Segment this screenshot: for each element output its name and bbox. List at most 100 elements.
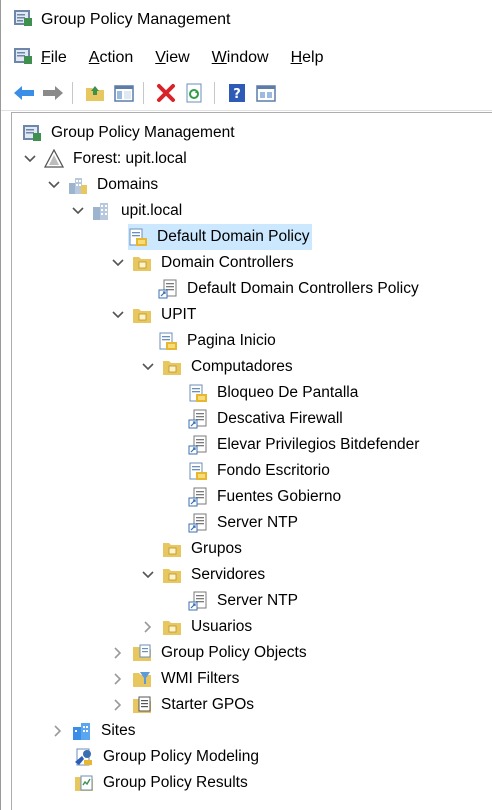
tree-node-ou-servidores[interactable]: Servidores bbox=[140, 562, 268, 588]
tree-node-elevar-privilegios-bitdefender[interactable]: Elevar Privilegios Bitdefender bbox=[188, 432, 422, 458]
show-hide-tree-icon[interactable] bbox=[111, 80, 137, 106]
chevron-down-icon[interactable] bbox=[22, 151, 38, 167]
ou-folder-icon bbox=[132, 253, 152, 273]
forward-arrow-icon[interactable] bbox=[40, 80, 66, 106]
tree-node-gpm-root[interactable]: Group Policy Management bbox=[22, 120, 238, 146]
chevron-right-icon[interactable] bbox=[50, 723, 66, 739]
tree-node-label: Bloqueo De Pantalla bbox=[217, 384, 359, 401]
tree-node-label: Server NTP bbox=[217, 592, 298, 609]
delete-icon[interactable] bbox=[153, 80, 179, 106]
chevron-down-icon[interactable] bbox=[140, 359, 156, 375]
menu-help[interactable]: Help bbox=[291, 49, 324, 67]
tree-node-label: Sites bbox=[101, 722, 136, 739]
chevron-down-icon[interactable] bbox=[110, 255, 126, 271]
tree-node-bloqueo-de-pantalla[interactable]: Bloqueo De Pantalla bbox=[188, 380, 361, 406]
gpo-script-icon bbox=[188, 435, 208, 455]
results-icon bbox=[74, 773, 94, 793]
toolbar-separator bbox=[72, 82, 73, 104]
tree-node-domain-upit-local[interactable]: upit.local bbox=[70, 198, 185, 224]
ou-folder-icon bbox=[162, 565, 182, 585]
wmi-filter-icon bbox=[132, 669, 152, 689]
back-arrow-icon[interactable] bbox=[11, 80, 37, 106]
tree-node-ou-computadores[interactable]: Computadores bbox=[140, 354, 296, 380]
gpo-script-icon bbox=[188, 487, 208, 507]
tree-node-pagina-inicio[interactable]: Pagina Inicio bbox=[158, 328, 279, 354]
menu-view[interactable]: View bbox=[155, 49, 189, 67]
ou-folder-icon bbox=[132, 305, 152, 325]
tree-node-descativa-firewall[interactable]: Descativa Firewall bbox=[188, 406, 346, 432]
tree-node-ou-usuarios[interactable]: Usuarios bbox=[140, 614, 255, 640]
gpo-script-icon bbox=[188, 591, 208, 611]
gpm-app-icon bbox=[13, 8, 33, 32]
menu-action[interactable]: Action bbox=[89, 49, 133, 67]
tree-node-label: Usuarios bbox=[191, 618, 253, 635]
tree-node-default-domain-policy[interactable]: Default Domain Policy bbox=[128, 224, 313, 250]
help-icon[interactable]: ? bbox=[224, 80, 250, 106]
document-menu-icon[interactable] bbox=[13, 46, 33, 70]
tree-node-label: Group Policy Results bbox=[103, 774, 248, 791]
gpm-root-icon bbox=[22, 123, 42, 143]
starter-gpo-icon bbox=[132, 695, 152, 715]
tree-node-label: Descativa Firewall bbox=[217, 410, 343, 427]
gpo-script-icon bbox=[188, 513, 208, 533]
chevron-right-icon[interactable] bbox=[140, 619, 156, 635]
tree-node-label: Domain Controllers bbox=[161, 254, 294, 271]
menu-file[interactable]: File bbox=[41, 49, 67, 67]
tree-node-starter-gpos[interactable]: Starter GPOs bbox=[110, 692, 257, 718]
tree-node-group-policy-modeling[interactable]: Group Policy Modeling bbox=[74, 744, 262, 770]
gpo-link-icon bbox=[158, 331, 178, 351]
tree-node-wmi-filters[interactable]: WMI Filters bbox=[110, 666, 242, 692]
tree-node-default-dc-policy[interactable]: Default Domain Controllers Policy bbox=[158, 276, 422, 302]
toolbar-separator bbox=[214, 82, 215, 104]
tree-node-label: Server NTP bbox=[217, 514, 298, 531]
tree-node-sites[interactable]: Sites bbox=[50, 718, 138, 744]
chevron-down-icon[interactable] bbox=[140, 567, 156, 583]
tree-node-domain-controllers[interactable]: Domain Controllers bbox=[110, 250, 297, 276]
chevron-down-icon[interactable] bbox=[46, 177, 62, 193]
gpo-container-icon bbox=[132, 643, 152, 663]
tree-node-ou-upit[interactable]: UPIT bbox=[110, 302, 199, 328]
tree-node-label: Domains bbox=[97, 176, 159, 193]
forest-icon bbox=[44, 149, 64, 169]
ou-folder-icon bbox=[162, 617, 182, 637]
tree-node-forest[interactable]: Forest: upit.local bbox=[22, 146, 190, 172]
tree-node-server-ntp-servidores[interactable]: Server NTP bbox=[188, 588, 301, 614]
ou-folder-icon bbox=[162, 357, 182, 377]
tree-node-label: Computadores bbox=[191, 358, 293, 375]
tree-node-group-policy-results[interactable]: Group Policy Results bbox=[74, 770, 251, 796]
gpo-link-icon bbox=[128, 227, 148, 247]
sites-icon bbox=[72, 721, 92, 741]
chevron-down-icon[interactable] bbox=[70, 203, 86, 219]
up-folder-icon[interactable] bbox=[82, 80, 108, 106]
tree-node-ou-grupos[interactable]: Grupos bbox=[162, 536, 245, 562]
refresh-icon[interactable] bbox=[182, 80, 208, 106]
chevron-right-icon[interactable] bbox=[110, 697, 126, 713]
tree-node-fondo-escritorio[interactable]: Fondo Escritorio bbox=[188, 458, 333, 484]
tree-node-label: Default Domain Policy bbox=[154, 227, 313, 247]
tree-node-label: Fuentes Gobierno bbox=[217, 488, 342, 505]
tree-node-label: Default Domain Controllers Policy bbox=[187, 280, 419, 297]
window-title: Group Policy Management bbox=[41, 11, 231, 28]
properties-icon[interactable] bbox=[253, 80, 279, 106]
chevron-down-icon[interactable] bbox=[110, 307, 126, 323]
console-tree[interactable]: Group Policy Management Forest: upit.loc… bbox=[11, 112, 492, 810]
chevron-right-icon[interactable] bbox=[110, 645, 126, 661]
gpo-link-icon bbox=[188, 461, 208, 481]
tree-node-label: UPIT bbox=[161, 306, 197, 323]
tree-node-domains[interactable]: Domains bbox=[46, 172, 161, 198]
tree-node-fuentes-gobierno[interactable]: Fuentes Gobierno bbox=[188, 484, 344, 510]
domains-icon bbox=[68, 175, 88, 195]
tree-node-label: Fondo Escritorio bbox=[217, 462, 330, 479]
tree-node-label: Starter GPOs bbox=[161, 696, 255, 713]
tree-node-label: upit.local bbox=[121, 202, 183, 219]
tree-node-label: Forest: upit.local bbox=[73, 150, 187, 167]
modeling-icon bbox=[74, 747, 94, 767]
title-bar[interactable]: Group Policy Management bbox=[1, 0, 492, 40]
tree-node-group-policy-objects[interactable]: Group Policy Objects bbox=[110, 640, 310, 666]
tree-node-label: Group Policy Objects bbox=[161, 644, 307, 661]
toolbar: ? bbox=[1, 76, 492, 111]
tree-node-server-ntp-computadores[interactable]: Server NTP bbox=[188, 510, 301, 536]
tree-node-label: Group Policy Modeling bbox=[103, 748, 259, 765]
menu-window[interactable]: Window bbox=[212, 49, 269, 67]
chevron-right-icon[interactable] bbox=[110, 671, 126, 687]
